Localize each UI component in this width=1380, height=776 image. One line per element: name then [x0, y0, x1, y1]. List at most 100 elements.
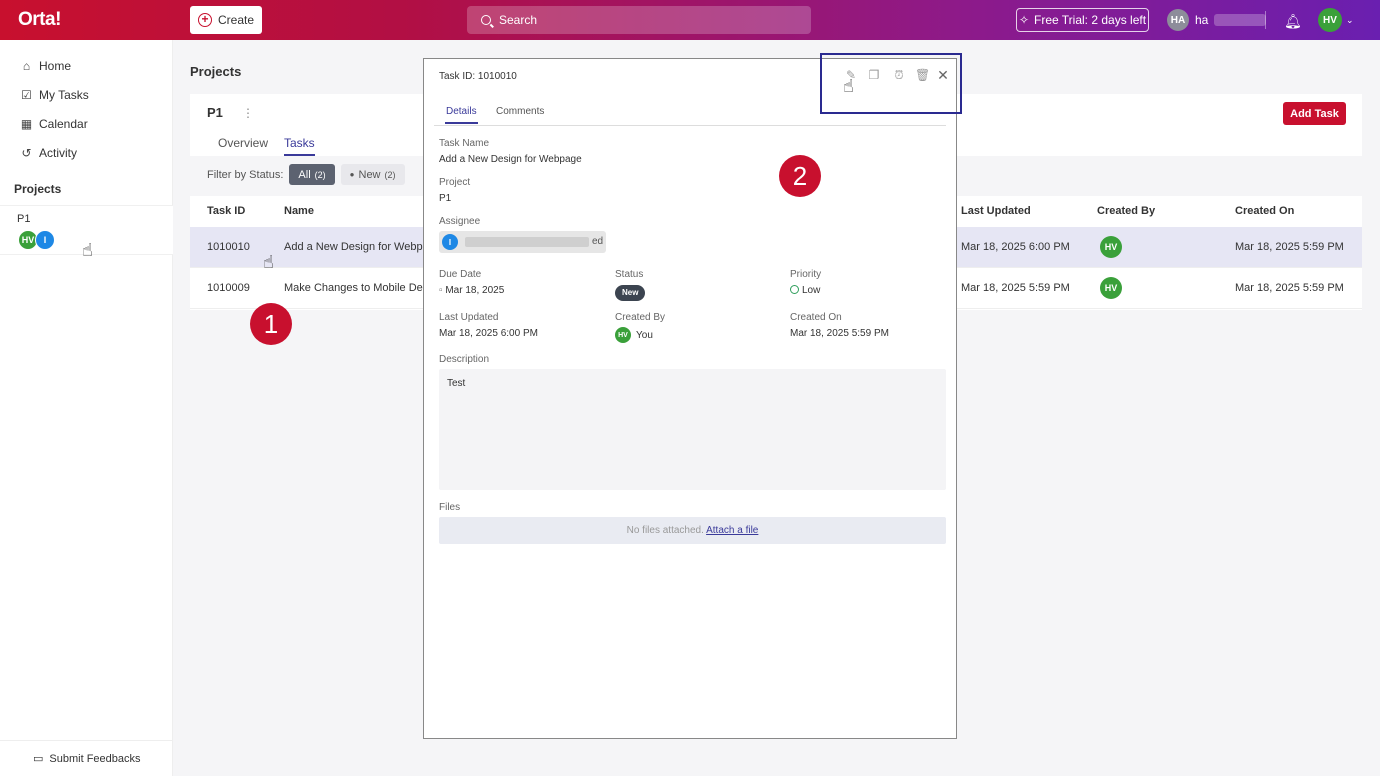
status-label: Status [615, 269, 644, 280]
chevron-down-icon: ⌄ [1346, 14, 1354, 25]
add-task-button[interactable]: Add Task [1283, 102, 1346, 125]
kebab-menu-icon[interactable]: ⋮ [242, 106, 254, 120]
dot-icon: ● [349, 170, 355, 179]
history-icon: ↺ [21, 145, 32, 160]
assignee-label: Assignee [439, 216, 481, 227]
duplicate-icon[interactable]: ❐ [867, 68, 881, 82]
calendar-icon: ▦ [20, 116, 33, 131]
chip-count: (2) [314, 169, 326, 180]
search-bar[interactable] [467, 6, 811, 34]
avatar: I [442, 234, 458, 250]
workspace-switcher[interactable]: HA ha [1167, 9, 1267, 31]
search-input[interactable] [499, 13, 779, 27]
redacted-name [465, 237, 589, 247]
step-marker-1: 1 [250, 303, 292, 345]
free-trial-button[interactable]: ✧ Free Trial: 2 days left [1016, 8, 1149, 32]
task-id-label: Task ID: [439, 71, 476, 82]
priority-label: Priority [790, 269, 822, 280]
profile-menu[interactable]: HV ⌄ [1318, 8, 1354, 32]
workspace-name: ha [1195, 13, 1209, 27]
task-name-value: Add a New Design for Webpage [439, 154, 582, 165]
filter-chip-all[interactable]: All (2) [289, 164, 335, 185]
task-name-cell: Add a New Design for Webpag [284, 241, 435, 253]
sidebar-item-my-tasks[interactable]: ☑ My Tasks [20, 88, 89, 102]
divider [1265, 11, 1266, 29]
trial-label: Free Trial: 2 days left [1034, 13, 1147, 27]
column-header-created-on[interactable]: Created On [1235, 196, 1294, 226]
close-icon[interactable]: ✕ [936, 68, 950, 82]
avatar: HV [1100, 236, 1122, 258]
app-logo[interactable]: Orta! [18, 9, 61, 31]
divider [0, 740, 173, 741]
sidebar-item-home[interactable]: ⌂ Home [20, 59, 71, 73]
notification-bell-icon[interactable]: 🔔︎ [1284, 13, 1302, 30]
step-marker-2: 2 [779, 155, 821, 197]
attach-file-link[interactable]: Attach a file [706, 525, 758, 536]
tab-overview[interactable]: Overview [218, 136, 268, 150]
sidebar-item-activity[interactable]: ↺ Activity [20, 146, 77, 160]
tab-details[interactable]: Details [445, 106, 478, 124]
create-button[interactable]: + Create [190, 6, 262, 34]
page-title: Projects [190, 64, 242, 79]
hand-cursor-icon: ☝︎ [263, 252, 274, 272]
created-by-text: You [636, 329, 653, 341]
no-files-text: No files attached. [626, 525, 704, 536]
column-header-created-by[interactable]: Created By [1097, 196, 1155, 226]
column-header-name[interactable]: Name [284, 196, 314, 226]
projects-section-title: Projects [14, 182, 62, 196]
files-label: Files [439, 502, 461, 513]
hand-cursor-icon: ☝︎ [82, 240, 93, 260]
filter-chip-new[interactable]: ● New (2) [340, 164, 405, 185]
priority-low-icon [790, 285, 799, 294]
created-on-label: Created On [790, 312, 842, 323]
sidebar: ⌂ Home ☑ My Tasks ▦ Calendar ↺ Activity … [0, 40, 173, 776]
project-members: HV I [18, 230, 55, 250]
sidebar-item-label: My Tasks [39, 88, 89, 102]
due-date-text: Mar 18, 2025 [445, 285, 505, 296]
last-updated-label: Last Updated [439, 312, 499, 323]
sidebar-item-label: Home [39, 59, 72, 73]
home-icon: ⌂ [22, 58, 31, 73]
submit-feedback-button[interactable]: ▭ Submit Feedbacks [33, 752, 141, 766]
assignee-chip: I ed [439, 231, 606, 253]
project-label: Project [439, 177, 471, 188]
chip-label: All [298, 168, 311, 181]
top-bar: Orta! + Create ✧ Free Trial: 2 days left… [0, 0, 1380, 40]
description-field[interactable]: Test [439, 369, 946, 490]
plus-circle-icon: + [197, 13, 212, 27]
sidebar-item-label: Activity [39, 146, 78, 160]
alarm-icon[interactable]: ⏰︎ [892, 68, 906, 82]
tab-tasks[interactable]: Tasks [284, 136, 315, 156]
last-updated-value: Mar 18, 2025 6:00 PM [439, 328, 538, 339]
search-icon [481, 15, 491, 25]
filter-label: Filter by Status: [207, 168, 284, 181]
assignee-name-tail: ed [592, 236, 604, 247]
tab-comments[interactable]: Comments [496, 106, 544, 117]
sidebar-item-calendar[interactable]: ▦ Calendar [20, 117, 88, 131]
chip-label: New [358, 168, 381, 181]
files-dropzone: No files attached. Attach a file [439, 517, 946, 544]
due-date-label: Due Date [439, 269, 482, 280]
create-label: Create [217, 13, 255, 27]
feedback-label: Submit Feedbacks [49, 752, 141, 765]
task-name-cell: Make Changes to Mobile Desi [284, 282, 431, 294]
trash-icon[interactable]: 🗑︎ [915, 68, 930, 82]
project-value: P1 [439, 193, 452, 204]
task-id-heading: Task ID: 1010010 [439, 71, 517, 82]
project-name: P1 [17, 213, 31, 225]
profile-avatar: HV [1318, 8, 1342, 32]
created-on-cell: Mar 18, 2025 5:59 PM [1235, 241, 1344, 253]
sidebar-item-label: Calendar [39, 117, 88, 131]
status-filter: Filter by Status: All (2) ● New (2) [207, 164, 405, 185]
column-header-task-id[interactable]: Task ID [207, 196, 245, 226]
description-label: Description [439, 354, 490, 365]
hand-cursor-icon: ☝︎ [843, 76, 854, 96]
calendar-icon: ▫ [439, 285, 443, 296]
created-by-value: HV You [615, 327, 653, 343]
task-id-value: 1010010 [477, 71, 517, 82]
column-header-last-updated[interactable]: Last Updated [961, 196, 1031, 226]
chip-count: (2) [384, 169, 396, 180]
project-title: P1 [207, 105, 223, 120]
task-detail-panel: Task ID: 1010010 Details Comments Task N… [423, 58, 957, 739]
checkbox-icon: ☑ [21, 87, 32, 102]
